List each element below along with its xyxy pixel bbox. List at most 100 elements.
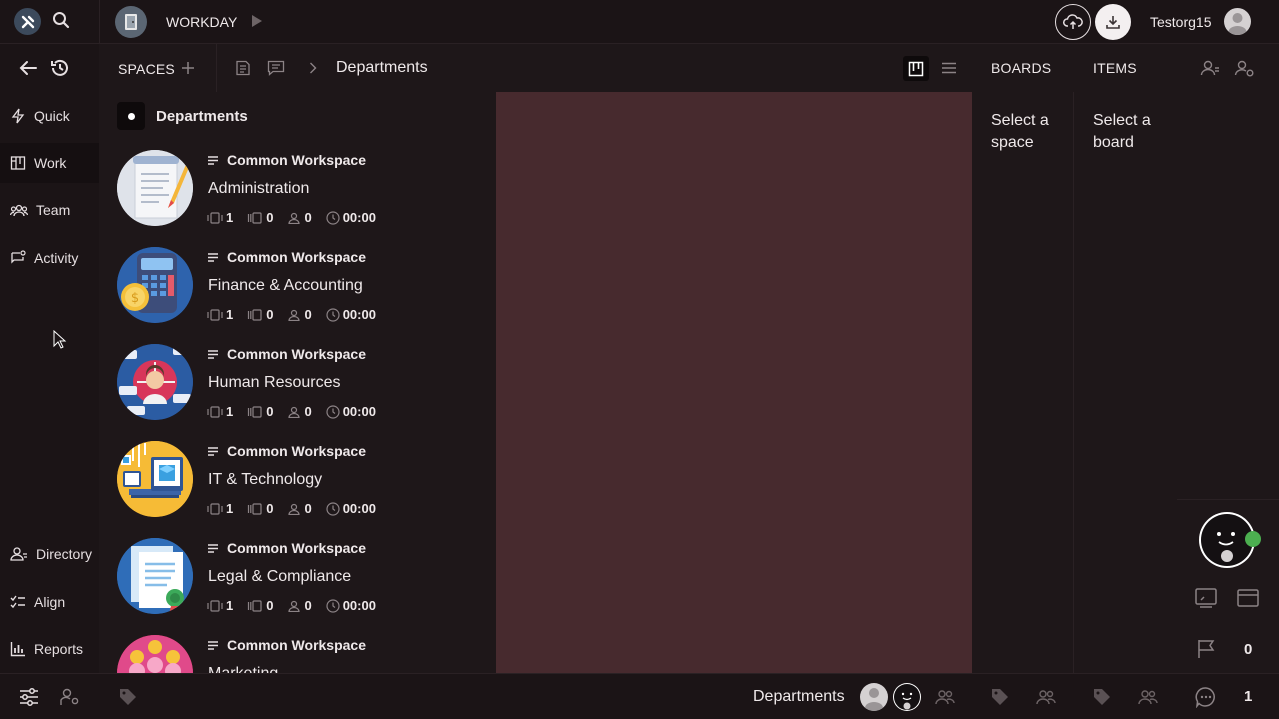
divider bbox=[1177, 499, 1279, 500]
space-name[interactable]: Human Resources bbox=[208, 374, 341, 392]
nav-item-reports[interactable]: Reports bbox=[0, 629, 99, 669]
list-item[interactable]: Common Workspace Administration 1 0 0 00… bbox=[99, 148, 496, 245]
tag-icon[interactable] bbox=[118, 687, 138, 707]
boards-count-icon bbox=[207, 599, 223, 612]
user-avatar[interactable] bbox=[1224, 8, 1251, 35]
items-tag-icon[interactable] bbox=[1092, 687, 1112, 707]
space-name[interactable]: IT & Technology bbox=[208, 471, 322, 489]
chat-icon[interactable] bbox=[1194, 686, 1218, 708]
members-icon[interactable] bbox=[934, 687, 956, 707]
items-empty-text: Select a board bbox=[1093, 112, 1151, 151]
clock-icon bbox=[326, 404, 340, 419]
left-nav: Quick Work Team Activity Directory Align… bbox=[0, 44, 99, 673]
list-item[interactable]: $ Common Workspace Finance & Accounting … bbox=[99, 245, 496, 342]
workspace-label: Common Workspace bbox=[208, 443, 366, 459]
context-label: Departments bbox=[753, 688, 845, 705]
members-count-icon bbox=[288, 600, 301, 612]
space-thumbnail: $ bbox=[117, 247, 193, 323]
workspace-name: Common Workspace bbox=[227, 249, 366, 265]
space-thumbnail bbox=[117, 150, 193, 226]
play-icon[interactable] bbox=[248, 12, 266, 30]
back-arrow-icon[interactable] bbox=[17, 57, 39, 79]
username[interactable]: Testorg15 bbox=[1150, 14, 1211, 30]
spaces-title: SPACES bbox=[118, 61, 175, 77]
list-item[interactable]: Common Workspace IT & Technology 1 0 0 0… bbox=[99, 439, 496, 536]
members-count: 0 bbox=[304, 404, 312, 419]
clock-icon bbox=[326, 598, 340, 613]
items-count: 0 bbox=[266, 598, 274, 613]
members-count: 0 bbox=[304, 501, 312, 516]
list-item[interactable]: Common Workspace Marketing bbox=[99, 633, 496, 673]
items-count-icon bbox=[248, 599, 262, 612]
list-item[interactable]: Common Workspace Human Resources 1 0 0 0… bbox=[99, 342, 496, 439]
items-members-icon[interactable] bbox=[1137, 687, 1159, 707]
bottom-bar: Departments 1 bbox=[0, 673, 1279, 719]
comment-icon[interactable] bbox=[267, 59, 285, 77]
space-name[interactable]: Finance & Accounting bbox=[208, 277, 363, 295]
flag-icon[interactable] bbox=[1195, 638, 1217, 660]
boards-empty-text: Select a space bbox=[991, 112, 1049, 151]
nav-item-work[interactable]: Work bbox=[0, 143, 99, 183]
nav-item-directory[interactable]: Directory bbox=[0, 534, 99, 574]
space-stats: 1 0 0 00:00 bbox=[207, 210, 390, 225]
space-preview-panel bbox=[496, 92, 972, 673]
member-settings-icon[interactable] bbox=[1233, 57, 1255, 79]
space-thumbnail bbox=[117, 538, 193, 614]
clock-icon bbox=[326, 307, 340, 322]
workspace-avatar[interactable] bbox=[115, 6, 147, 38]
boards-count: 1 bbox=[226, 307, 234, 322]
boards-count: 1 bbox=[226, 501, 234, 516]
breadcrumb-current[interactable]: Departments bbox=[336, 59, 428, 77]
boards-column: Select a space bbox=[972, 92, 1074, 673]
screen-icon[interactable] bbox=[1194, 587, 1218, 609]
space-list: Departments Common Workspace Administrat… bbox=[99, 92, 496, 673]
bot-member-avatar[interactable] bbox=[893, 683, 921, 711]
nav-label: Directory bbox=[36, 546, 93, 562]
space-stats: 1 0 0 00:00 bbox=[207, 598, 390, 613]
nav-item-align[interactable]: Align bbox=[0, 582, 99, 622]
download-icon[interactable] bbox=[1095, 4, 1131, 40]
picture-in-picture-icon[interactable] bbox=[1236, 587, 1260, 609]
time-tracked: 00:00 bbox=[342, 307, 376, 322]
members-count: 0 bbox=[304, 307, 312, 322]
list-icon bbox=[208, 349, 218, 359]
list-view-icon[interactable] bbox=[939, 59, 959, 77]
right-rail: 0 bbox=[1177, 44, 1279, 673]
nav-item-quick[interactable]: Quick bbox=[0, 96, 99, 136]
app-title: WORKDAY bbox=[166, 14, 238, 30]
document-icon[interactable] bbox=[234, 59, 252, 77]
nav-item-activity[interactable]: Activity bbox=[0, 238, 99, 278]
nav-item-team[interactable]: Team bbox=[0, 190, 99, 230]
list-icon bbox=[208, 543, 218, 553]
add-space-icon[interactable] bbox=[179, 59, 197, 77]
divider bbox=[216, 44, 217, 92]
workspace-name: Common Workspace bbox=[227, 443, 366, 459]
boards-tag-icon[interactable] bbox=[990, 687, 1010, 707]
space-name[interactable]: Legal & Compliance bbox=[208, 568, 351, 586]
filter-settings-icon[interactable] bbox=[17, 686, 41, 708]
items-header: ITEMS bbox=[1074, 44, 1177, 92]
group-title: Departments bbox=[156, 108, 248, 125]
mouse-cursor-icon bbox=[53, 330, 67, 350]
space-name[interactable]: Marketing bbox=[208, 665, 278, 673]
search-icon[interactable] bbox=[50, 9, 72, 31]
app-logo-icon[interactable] bbox=[14, 8, 41, 35]
user-settings-icon[interactable] bbox=[58, 686, 82, 708]
members-count-icon bbox=[288, 309, 301, 321]
time-tracked: 00:00 bbox=[342, 404, 376, 419]
board-view-icon[interactable] bbox=[903, 56, 929, 81]
list-item[interactable]: Common Workspace Legal & Compliance 1 0 … bbox=[99, 536, 496, 633]
member-avatar[interactable] bbox=[860, 683, 888, 711]
cloud-upload-icon[interactable] bbox=[1055, 4, 1091, 40]
boards-count-icon bbox=[207, 502, 223, 515]
history-icon[interactable] bbox=[49, 57, 71, 79]
nav-label: Quick bbox=[34, 108, 70, 124]
boards-members-icon[interactable] bbox=[1035, 687, 1057, 707]
reports-icon bbox=[10, 642, 25, 657]
member-list-icon[interactable] bbox=[1199, 57, 1221, 79]
nav-label: Work bbox=[34, 155, 67, 171]
list-icon bbox=[208, 155, 218, 165]
space-name[interactable]: Administration bbox=[208, 180, 309, 198]
team-icon bbox=[10, 204, 28, 217]
chevron-right-icon bbox=[306, 59, 320, 77]
